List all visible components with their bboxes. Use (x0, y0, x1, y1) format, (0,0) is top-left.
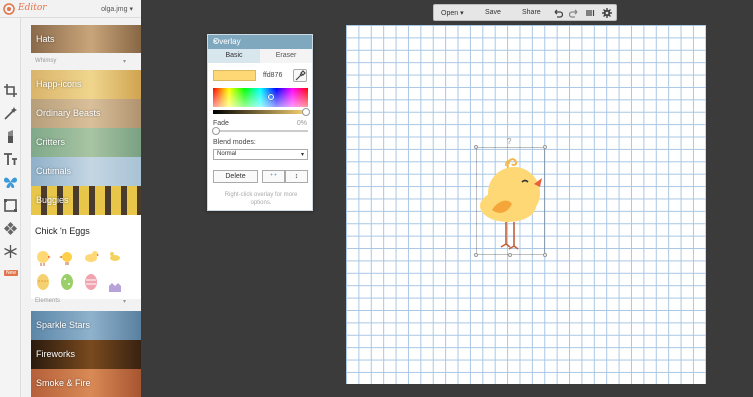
brightness-slider[interactable] (213, 110, 308, 114)
butterfly-icon (4, 177, 17, 188)
chick-thumbnail[interactable] (107, 248, 123, 266)
category-label: Fireworks (36, 349, 76, 359)
chevron-down-icon: ▾ (300, 152, 304, 158)
category-label: Smoke & Fire (36, 378, 91, 388)
overlay-properties-panel: Overlay × Basic Eraser ffd876 Fade 0% Bl… (207, 34, 313, 211)
panel-hint: Right-click overlay for more options. (224, 192, 298, 206)
chevron-down-icon: ▾ (460, 10, 464, 17)
eyedropper-button[interactable] (293, 69, 307, 82)
crop-tool[interactable] (2, 82, 19, 99)
frame-icon (4, 199, 17, 212)
open-button[interactable]: Open ▾ (441, 9, 464, 17)
spectrum-picker-knob[interactable] (268, 94, 274, 100)
texture-icon (4, 222, 17, 235)
frames-tool[interactable] (2, 197, 19, 214)
category-smoke-fire[interactable]: Smoke & Fire (31, 369, 141, 397)
effects-tool[interactable] (2, 105, 19, 122)
panel-title-bar[interactable]: Overlay × (208, 35, 312, 49)
color-spectrum[interactable] (213, 88, 308, 107)
share-button[interactable]: Share (522, 9, 541, 16)
touch-up-tool[interactable] (2, 128, 19, 145)
close-icon[interactable]: × (213, 37, 307, 46)
color-hex-value[interactable]: ffd876 (263, 72, 282, 79)
bring-forward-button[interactable]: ⁺⁺ (262, 170, 285, 183)
blend-mode-select[interactable]: Normal ▾ (213, 149, 308, 160)
category-chick-n-eggs[interactable]: Chick 'n Eggs (35, 226, 90, 236)
category-happ-icons[interactable]: Happ-icons (31, 70, 141, 99)
blend-modes-label: Blend modes: (213, 139, 256, 146)
rotate-handle[interactable]: ? (507, 137, 511, 146)
category-hats[interactable]: Hats (31, 25, 141, 53)
category-fireworks[interactable]: Fireworks (31, 340, 141, 369)
logo-icon (3, 3, 15, 15)
egg-thumbnail[interactable] (107, 278, 123, 296)
category-label: Happ-icons (36, 79, 82, 89)
category-label: Cutimals (36, 166, 72, 176)
chevron-down-icon: ▾ (129, 6, 133, 13)
tool-strip: New (0, 18, 21, 397)
crop-icon (4, 84, 17, 97)
delete-button[interactable]: Delete (213, 170, 258, 183)
chick-thumbnail[interactable] (59, 248, 75, 266)
egg-thumbnail[interactable] (35, 273, 51, 291)
category-label: Sparkle Stars (36, 320, 91, 330)
chick-thumbnail[interactable] (83, 248, 99, 266)
section-header-whimsy: Whimsy (35, 58, 57, 64)
chevron-down-icon[interactable]: ▾ (123, 58, 126, 65)
overlay-category-panel: Hats Whimsy ▾ Happ-icons Ordinary Beasts… (21, 18, 141, 397)
fade-label: Fade (213, 120, 229, 127)
filename-menu[interactable]: olga.jmg ▾ (101, 5, 133, 13)
lipstick-icon (8, 130, 13, 143)
category-sparkle-stars[interactable]: Sparkle Stars (31, 311, 141, 340)
layers-icon[interactable] (585, 8, 595, 18)
overlays-tool[interactable] (2, 174, 19, 191)
category-buggies[interactable]: Buggies (31, 186, 141, 215)
magic-wand-icon (4, 107, 17, 120)
blend-mode-value: Normal (217, 151, 237, 157)
category-label: Buggies (36, 195, 69, 205)
color-swatch[interactable] (213, 70, 256, 81)
filename-label: olga.jmg (101, 6, 128, 13)
section-header-elements: Elements (35, 298, 61, 304)
text-tool[interactable] (2, 151, 19, 168)
fade-value: 0% (296, 120, 307, 127)
category-label: Hats (36, 34, 55, 44)
tab-basic[interactable]: Basic (208, 49, 260, 63)
category-ordinary-beasts[interactable]: Ordinary Beasts (31, 99, 141, 128)
logo-text: Editor (18, 3, 47, 13)
new-badge: New (4, 270, 19, 276)
undo-icon[interactable] (553, 8, 563, 18)
fade-slider-knob[interactable] (212, 127, 220, 135)
category-label: Critters (36, 137, 65, 147)
gear-icon[interactable] (602, 8, 612, 18)
brightness-slider-knob[interactable] (302, 108, 310, 116)
save-button[interactable]: Save (485, 9, 501, 16)
category-label: Ordinary Beasts (36, 108, 101, 118)
textures-tool[interactable] (2, 220, 19, 237)
fade-slider[interactable] (213, 130, 308, 132)
chick-overlay[interactable] (476, 148, 546, 254)
eyedropper-icon (295, 70, 306, 81)
tab-eraser[interactable]: Eraser (260, 49, 312, 63)
open-label: Open (441, 10, 459, 17)
app-header: Editor olga.jmg ▾ (0, 0, 141, 18)
chevron-down-icon[interactable]: ▾ (123, 298, 126, 305)
text-icon (4, 153, 17, 165)
egg-thumbnail[interactable] (59, 273, 75, 291)
redo-icon[interactable] (569, 8, 579, 18)
category-critters[interactable]: Critters (31, 128, 141, 157)
category-cutimals[interactable]: Cutimals (31, 157, 141, 186)
egg-thumbnail[interactable] (83, 273, 99, 291)
flip-order-button[interactable]: ↕ (285, 170, 308, 183)
chick-thumbnail[interactable] (35, 248, 51, 266)
snowflake-icon (4, 245, 17, 258)
seasonal-tool[interactable] (2, 243, 19, 260)
canvas-toolbar: Open ▾ Save Share (433, 4, 617, 21)
